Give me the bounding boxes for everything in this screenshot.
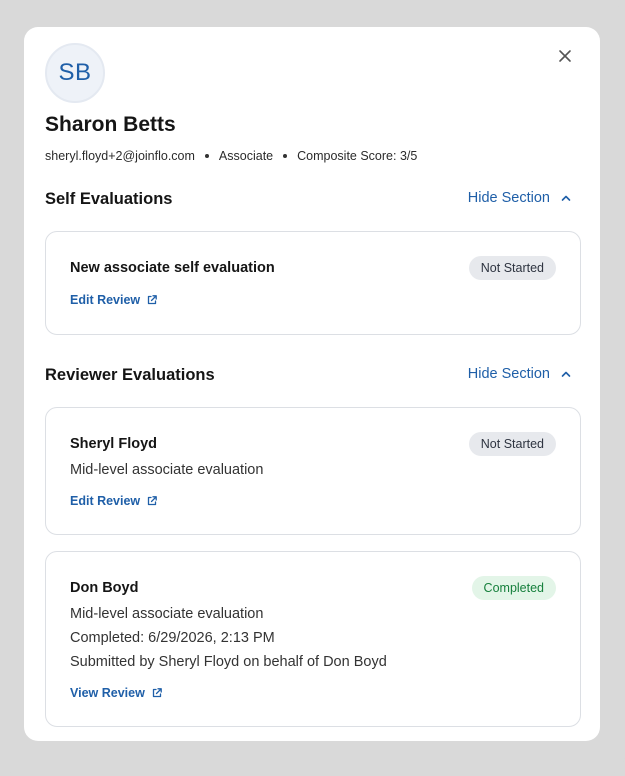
avatar-initials: SB (58, 59, 92, 86)
hide-section-reviewer-button[interactable]: Hide Section (468, 366, 572, 382)
reviewer-evaluation-card: Sheryl Floyd Not Started Mid-level assoc… (45, 407, 581, 535)
employee-review-modal: SB Sharon Betts sheryl.floyd+2@joinflo.c… (24, 27, 600, 741)
hide-section-label: Hide Section (467, 366, 550, 382)
employee-email: sheryl.floyd+2@joinflo.com (45, 149, 195, 163)
reviewer-name: Don Boyd (70, 580, 139, 596)
reviewer-evaluation-card: Don Boyd Completed Mid-level associate e… (45, 551, 581, 727)
avatar: SB (45, 43, 105, 103)
close-button[interactable] (556, 47, 574, 65)
employee-name: Sharon Betts (45, 113, 176, 136)
hide-section-self-button[interactable]: Hide Section (468, 190, 572, 206)
evaluation-type: Mid-level associate evaluation (70, 462, 264, 478)
hide-section-label: Hide Section (467, 190, 550, 206)
close-icon (559, 50, 571, 62)
section-title-reviewer: Reviewer Evaluations (45, 366, 215, 384)
completed-timestamp: Completed: 6/29/2026, 2:13 PM (70, 630, 275, 646)
edit-review-link[interactable]: Edit Review (70, 494, 158, 508)
external-link-icon (148, 496, 158, 506)
edit-review-link[interactable]: Edit Review (70, 293, 158, 307)
external-link-icon (148, 295, 158, 305)
employee-meta: sheryl.floyd+2@joinflo.com Associate Com… (45, 149, 417, 163)
status-badge: Not Started (468, 432, 556, 456)
section-title-self: Self Evaluations (45, 190, 173, 208)
chevron-up-icon (561, 195, 571, 201)
modal-backdrop: SB Sharon Betts sheryl.floyd+2@joinflo.c… (0, 0, 625, 776)
status-badge: Not Started (468, 256, 556, 280)
chevron-up-icon (561, 371, 571, 377)
edit-review-label: Edit Review (70, 494, 141, 508)
composite-score: Composite Score: 3/5 (297, 149, 418, 163)
status-badge: Completed (471, 576, 556, 600)
view-review-label: View Review (70, 686, 145, 700)
employee-role: Associate (218, 149, 274, 163)
evaluation-type: Mid-level associate evaluation (70, 606, 264, 622)
edit-review-label: Edit Review (70, 293, 141, 307)
card-title: New associate self evaluation (70, 260, 275, 276)
reviewer-name: Sheryl Floyd (70, 436, 158, 452)
separator-dot (283, 154, 288, 158)
external-link-icon (152, 688, 162, 698)
view-review-link[interactable]: View Review (70, 686, 163, 700)
separator-dot (204, 154, 209, 158)
submitted-by: Submitted by Sheryl Floyd on behalf of D… (70, 654, 387, 670)
self-evaluation-card: New associate self evaluation Not Starte… (45, 231, 581, 335)
